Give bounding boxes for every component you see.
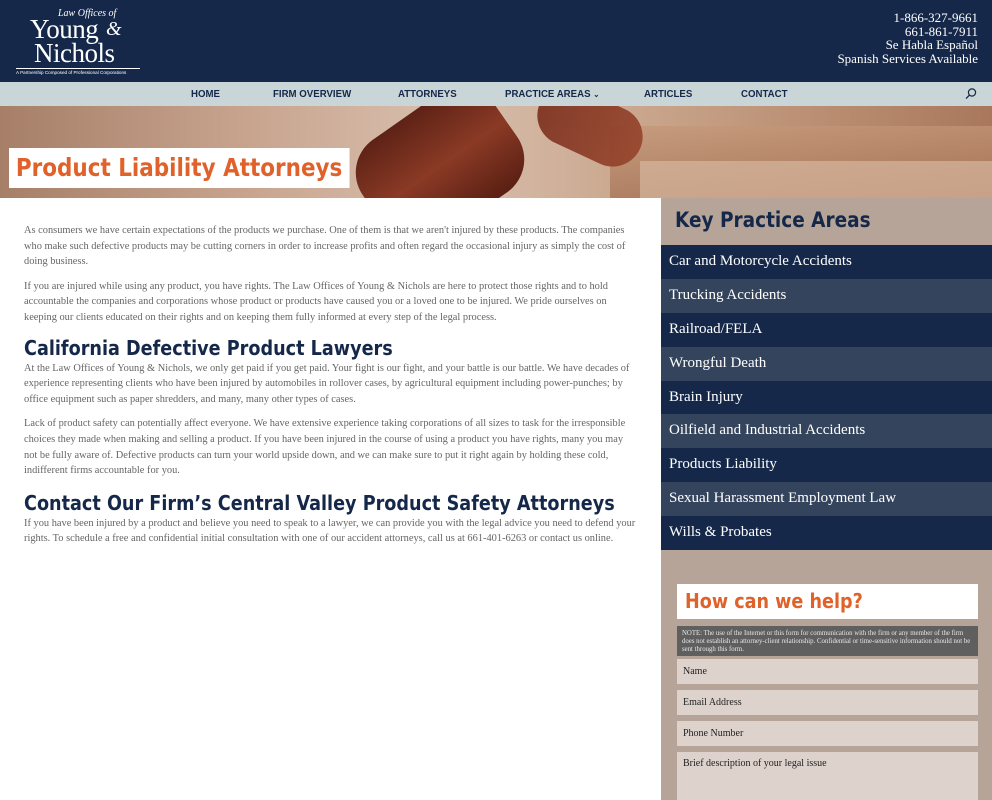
main-nav: HOME FIRM OVERVIEW ATTORNEYS PRACTICE AR…	[0, 82, 992, 106]
practice-area-wills-probates[interactable]: Wills & Probates	[661, 516, 992, 551]
nav-firm-overview[interactable]: FIRM OVERVIEW	[273, 82, 351, 106]
main-content: As consumers we have certain expectation…	[24, 223, 638, 556]
phone-field[interactable]: Phone Number	[677, 721, 978, 746]
logo-rule	[16, 68, 140, 69]
nav-practice-areas[interactable]: PRACTICE AREAS ⌄	[505, 82, 599, 106]
practice-area-oilfield[interactable]: Oilfield and Industrial Accidents	[661, 414, 992, 449]
email-field[interactable]: Email Address	[677, 690, 978, 715]
spanish-note: Se Habla Español	[885, 37, 978, 53]
logo-name-nichols: Nichols	[34, 38, 115, 68]
practice-area-products-liability[interactable]: Products Liability	[661, 448, 992, 483]
nav-contact[interactable]: CONTACT	[741, 82, 788, 106]
practice-area-trucking[interactable]: Trucking Accidents	[661, 278, 992, 313]
hero-banner: Product Liability Attorneys	[0, 106, 992, 198]
practice-area-railroad[interactable]: Railroad/FELA	[661, 312, 992, 347]
spanish-services-note: Spanish Services Available	[837, 50, 978, 66]
search-icon[interactable]	[964, 87, 978, 101]
site-header: Law Offices of Young & Nichols A Partner…	[0, 0, 992, 82]
intro-paragraph-1: As consumers we have certain expectation…	[24, 225, 626, 268]
site-logo[interactable]: Law Offices of Young & Nichols A Partner…	[14, 8, 144, 76]
practice-area-brain-injury[interactable]: Brain Injury	[661, 380, 992, 415]
nav-practice-areas-label: PRACTICE AREAS	[505, 88, 591, 100]
section-heading-contact: Contact Our Firm’s Central Valley Produc…	[24, 490, 615, 515]
logo-subline: A Partnership Composed of Professional C…	[16, 70, 127, 75]
practice-area-wrongful-death[interactable]: Wrongful Death	[661, 346, 992, 381]
form-disclaimer: NOTE: The use of the Internet or this fo…	[677, 626, 978, 656]
sidebar: Key Practice Areas Car and Motorcycle Ac…	[661, 198, 992, 800]
chevron-down-icon: ⌄	[593, 90, 600, 99]
practice-area-car-motorcycle[interactable]: Car and Motorcycle Accidents	[661, 245, 992, 279]
help-form-header: How can we help?	[677, 584, 978, 619]
section-paragraph-3: At the Law Offices of Young & Nichols, w…	[24, 362, 630, 405]
section-paragraph-5: If you have been injured by a product an…	[24, 517, 636, 545]
phone-local[interactable]: 661-861-7911	[837, 24, 978, 39]
practice-areas-list: Car and Motorcycle Accidents Trucking Ac…	[661, 245, 992, 551]
section-heading-california: California Defective Product Lawyers	[24, 335, 393, 360]
page-title: Product Liability Attorneys	[9, 148, 350, 188]
phone-toll-free[interactable]: 1-866-327-9661	[837, 11, 979, 25]
legal-issue-textarea[interactable]: Brief description of your legal issue	[677, 752, 978, 800]
nav-articles[interactable]: ARTICLES	[644, 82, 692, 106]
key-practice-areas-title: Key Practice Areas	[675, 208, 871, 232]
nav-attorneys[interactable]: ATTORNEYS	[398, 82, 457, 106]
hero-books-image-light	[640, 161, 992, 198]
section-paragraph-4: Lack of product safety can potentially a…	[24, 418, 626, 477]
hero-gavel-image	[340, 106, 540, 198]
header-contact: 1-866-327-9661 661-861-7911 Se Habla Esp…	[837, 11, 978, 65]
practice-area-sexual-harassment[interactable]: Sexual Harassment Employment Law	[661, 482, 992, 517]
help-form-title: How can we help?	[685, 589, 863, 613]
nav-home[interactable]: HOME	[191, 82, 220, 106]
name-field[interactable]: Name	[677, 659, 978, 684]
intro-paragraph-2: If you are injured while using any produ…	[24, 280, 608, 323]
